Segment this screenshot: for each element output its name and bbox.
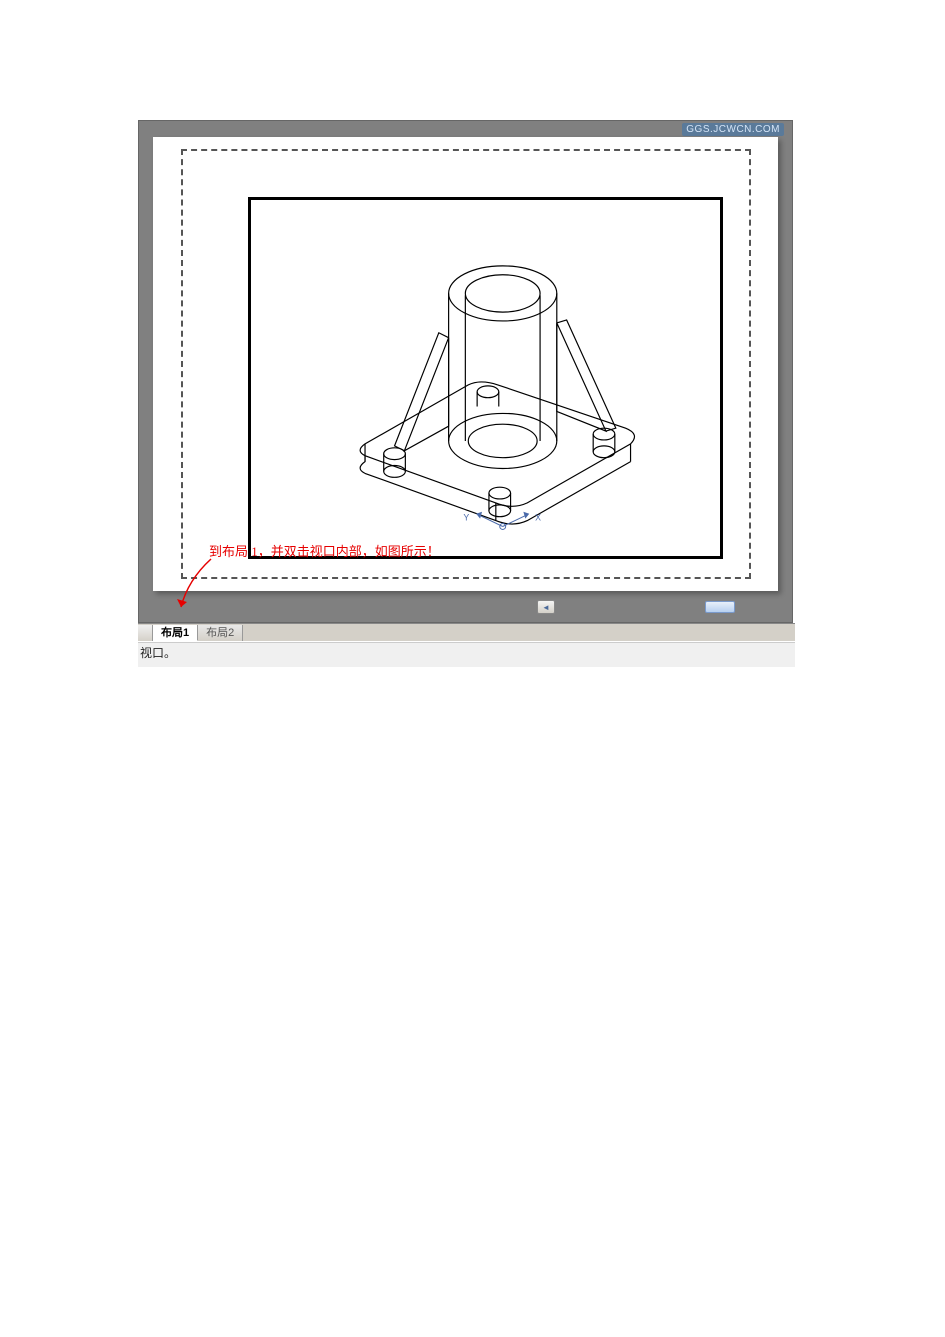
layout-tab-bar: 布局1 布局2 ◄ bbox=[138, 623, 795, 641]
svg-text:Y: Y bbox=[463, 513, 469, 523]
drawing-viewport[interactable]: Y X bbox=[248, 197, 723, 559]
scroll-thumb[interactable] bbox=[705, 601, 735, 613]
command-line[interactable]: 视口。 bbox=[138, 642, 795, 667]
screenshot-container: GGS.JCWCN.COM bbox=[138, 120, 795, 667]
cad-layout-canvas: GGS.JCWCN.COM bbox=[138, 120, 793, 623]
tab-layout-2[interactable]: 布局2 bbox=[198, 625, 243, 641]
cad-3d-wireframe: Y X bbox=[251, 200, 720, 556]
tab-layout-1[interactable]: 布局1 bbox=[153, 625, 198, 641]
tab-nav-start[interactable] bbox=[138, 625, 153, 641]
watermark-badge: GGS.JCWCN.COM bbox=[682, 123, 784, 136]
scroll-left-button[interactable]: ◄ bbox=[537, 600, 555, 614]
instruction-annotation: 到布局 1，并双击视口内部，如图所示！ bbox=[209, 541, 440, 560]
svg-text:X: X bbox=[535, 513, 541, 523]
paper-sheet: Y X 到布局 1，并双击视口内部，如图所示！ bbox=[153, 137, 778, 591]
horizontal-scrollbar[interactable]: ◄ bbox=[495, 599, 735, 615]
